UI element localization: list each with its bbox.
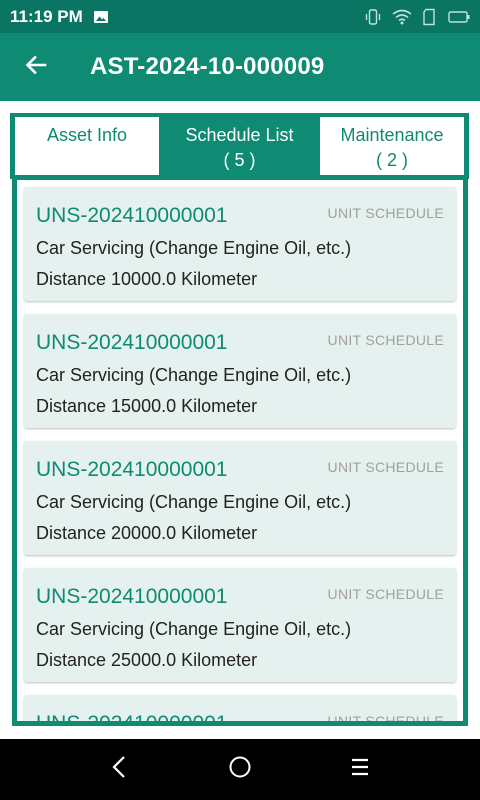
tab-bar: Asset Info Schedule List ( 5 ) Maintenan…: [10, 113, 469, 179]
tab-label: Maintenance: [340, 125, 444, 145]
tab-label: Asset Info: [46, 125, 128, 145]
schedule-id: UNS-202410000001: [36, 204, 228, 227]
tab-label: Schedule List: [185, 125, 294, 145]
tab-count: ( 5 ): [223, 150, 256, 170]
schedule-distance: Distance 25000.0 Kilometer: [36, 650, 258, 670]
schedule-type: UNIT SCHEDULE: [327, 459, 444, 475]
tab-schedule-list[interactable]: Schedule List ( 5 ): [164, 117, 315, 175]
nav-home-button[interactable]: [210, 745, 270, 795]
schedule-list[interactable]: UNS-202410000001 UNIT SCHEDULE Car Servi…: [12, 176, 468, 726]
status-time: 11:19 PM: [10, 6, 83, 26]
schedule-distance: Distance 20000.0 Kilometer: [36, 523, 258, 543]
schedule-card[interactable]: UNS-202410000001 UNIT SCHEDULE Car Servi…: [24, 441, 456, 555]
schedule-type: UNIT SCHEDULE: [327, 332, 444, 348]
schedule-card[interactable]: UNS-202410000001 UNIT SCHEDULE Car Servi…: [24, 568, 456, 682]
sim-icon: [422, 8, 438, 26]
schedule-id: UNS-202410000001: [36, 712, 228, 726]
app-bar: AST-2024-10-000009: [0, 33, 480, 101]
schedule-id: UNS-202410000001: [36, 331, 228, 354]
system-nav-bar: [0, 739, 480, 800]
status-bar: 11:19 PM: [0, 0, 480, 33]
schedule-description: Car Servicing (Change Engine Oil, etc.): [36, 492, 352, 512]
vibrate-icon: [364, 8, 382, 26]
home-nav-icon: [228, 755, 252, 784]
arrow-left-icon: [24, 53, 48, 82]
recents-nav-icon: [349, 756, 371, 783]
tab-count: ( 2 ): [375, 150, 408, 170]
battery-icon: [448, 10, 470, 24]
schedule-id: UNS-202410000001: [36, 458, 228, 481]
schedule-card[interactable]: UNS-202410000001 UNIT SCHEDULE Car Servi…: [24, 187, 456, 301]
schedule-id: UNS-202410000001: [36, 585, 228, 608]
schedule-type: UNIT SCHEDULE: [327, 586, 444, 602]
back-nav-icon: [109, 755, 131, 784]
page-title: AST-2024-10-000009: [90, 53, 325, 80]
nav-back-button[interactable]: [90, 745, 150, 795]
image-icon: [93, 9, 109, 25]
schedule-distance: Distance 10000.0 Kilometer: [36, 269, 258, 289]
tab-asset-info[interactable]: Asset Info: [15, 117, 159, 175]
schedule-distance: Distance 15000.0 Kilometer: [36, 396, 258, 416]
schedule-description: Car Servicing (Change Engine Oil, etc.): [36, 619, 352, 639]
wifi-icon: [392, 9, 412, 25]
back-button[interactable]: [0, 33, 72, 101]
schedule-description: Car Servicing (Change Engine Oil, etc.): [36, 365, 352, 385]
nav-recents-button[interactable]: [330, 745, 390, 795]
schedule-card[interactable]: UNS-202410000001 UNIT SCHEDULE Car Servi…: [24, 314, 456, 428]
tab-maintenance[interactable]: Maintenance ( 2 ): [320, 117, 464, 175]
schedule-type: UNIT SCHEDULE: [327, 205, 444, 221]
schedule-description: Car Servicing (Change Engine Oil, etc.): [36, 238, 352, 258]
schedule-type: UNIT SCHEDULE: [327, 713, 444, 726]
schedule-card[interactable]: UNS-202410000001 UNIT SCHEDULE: [24, 695, 456, 726]
